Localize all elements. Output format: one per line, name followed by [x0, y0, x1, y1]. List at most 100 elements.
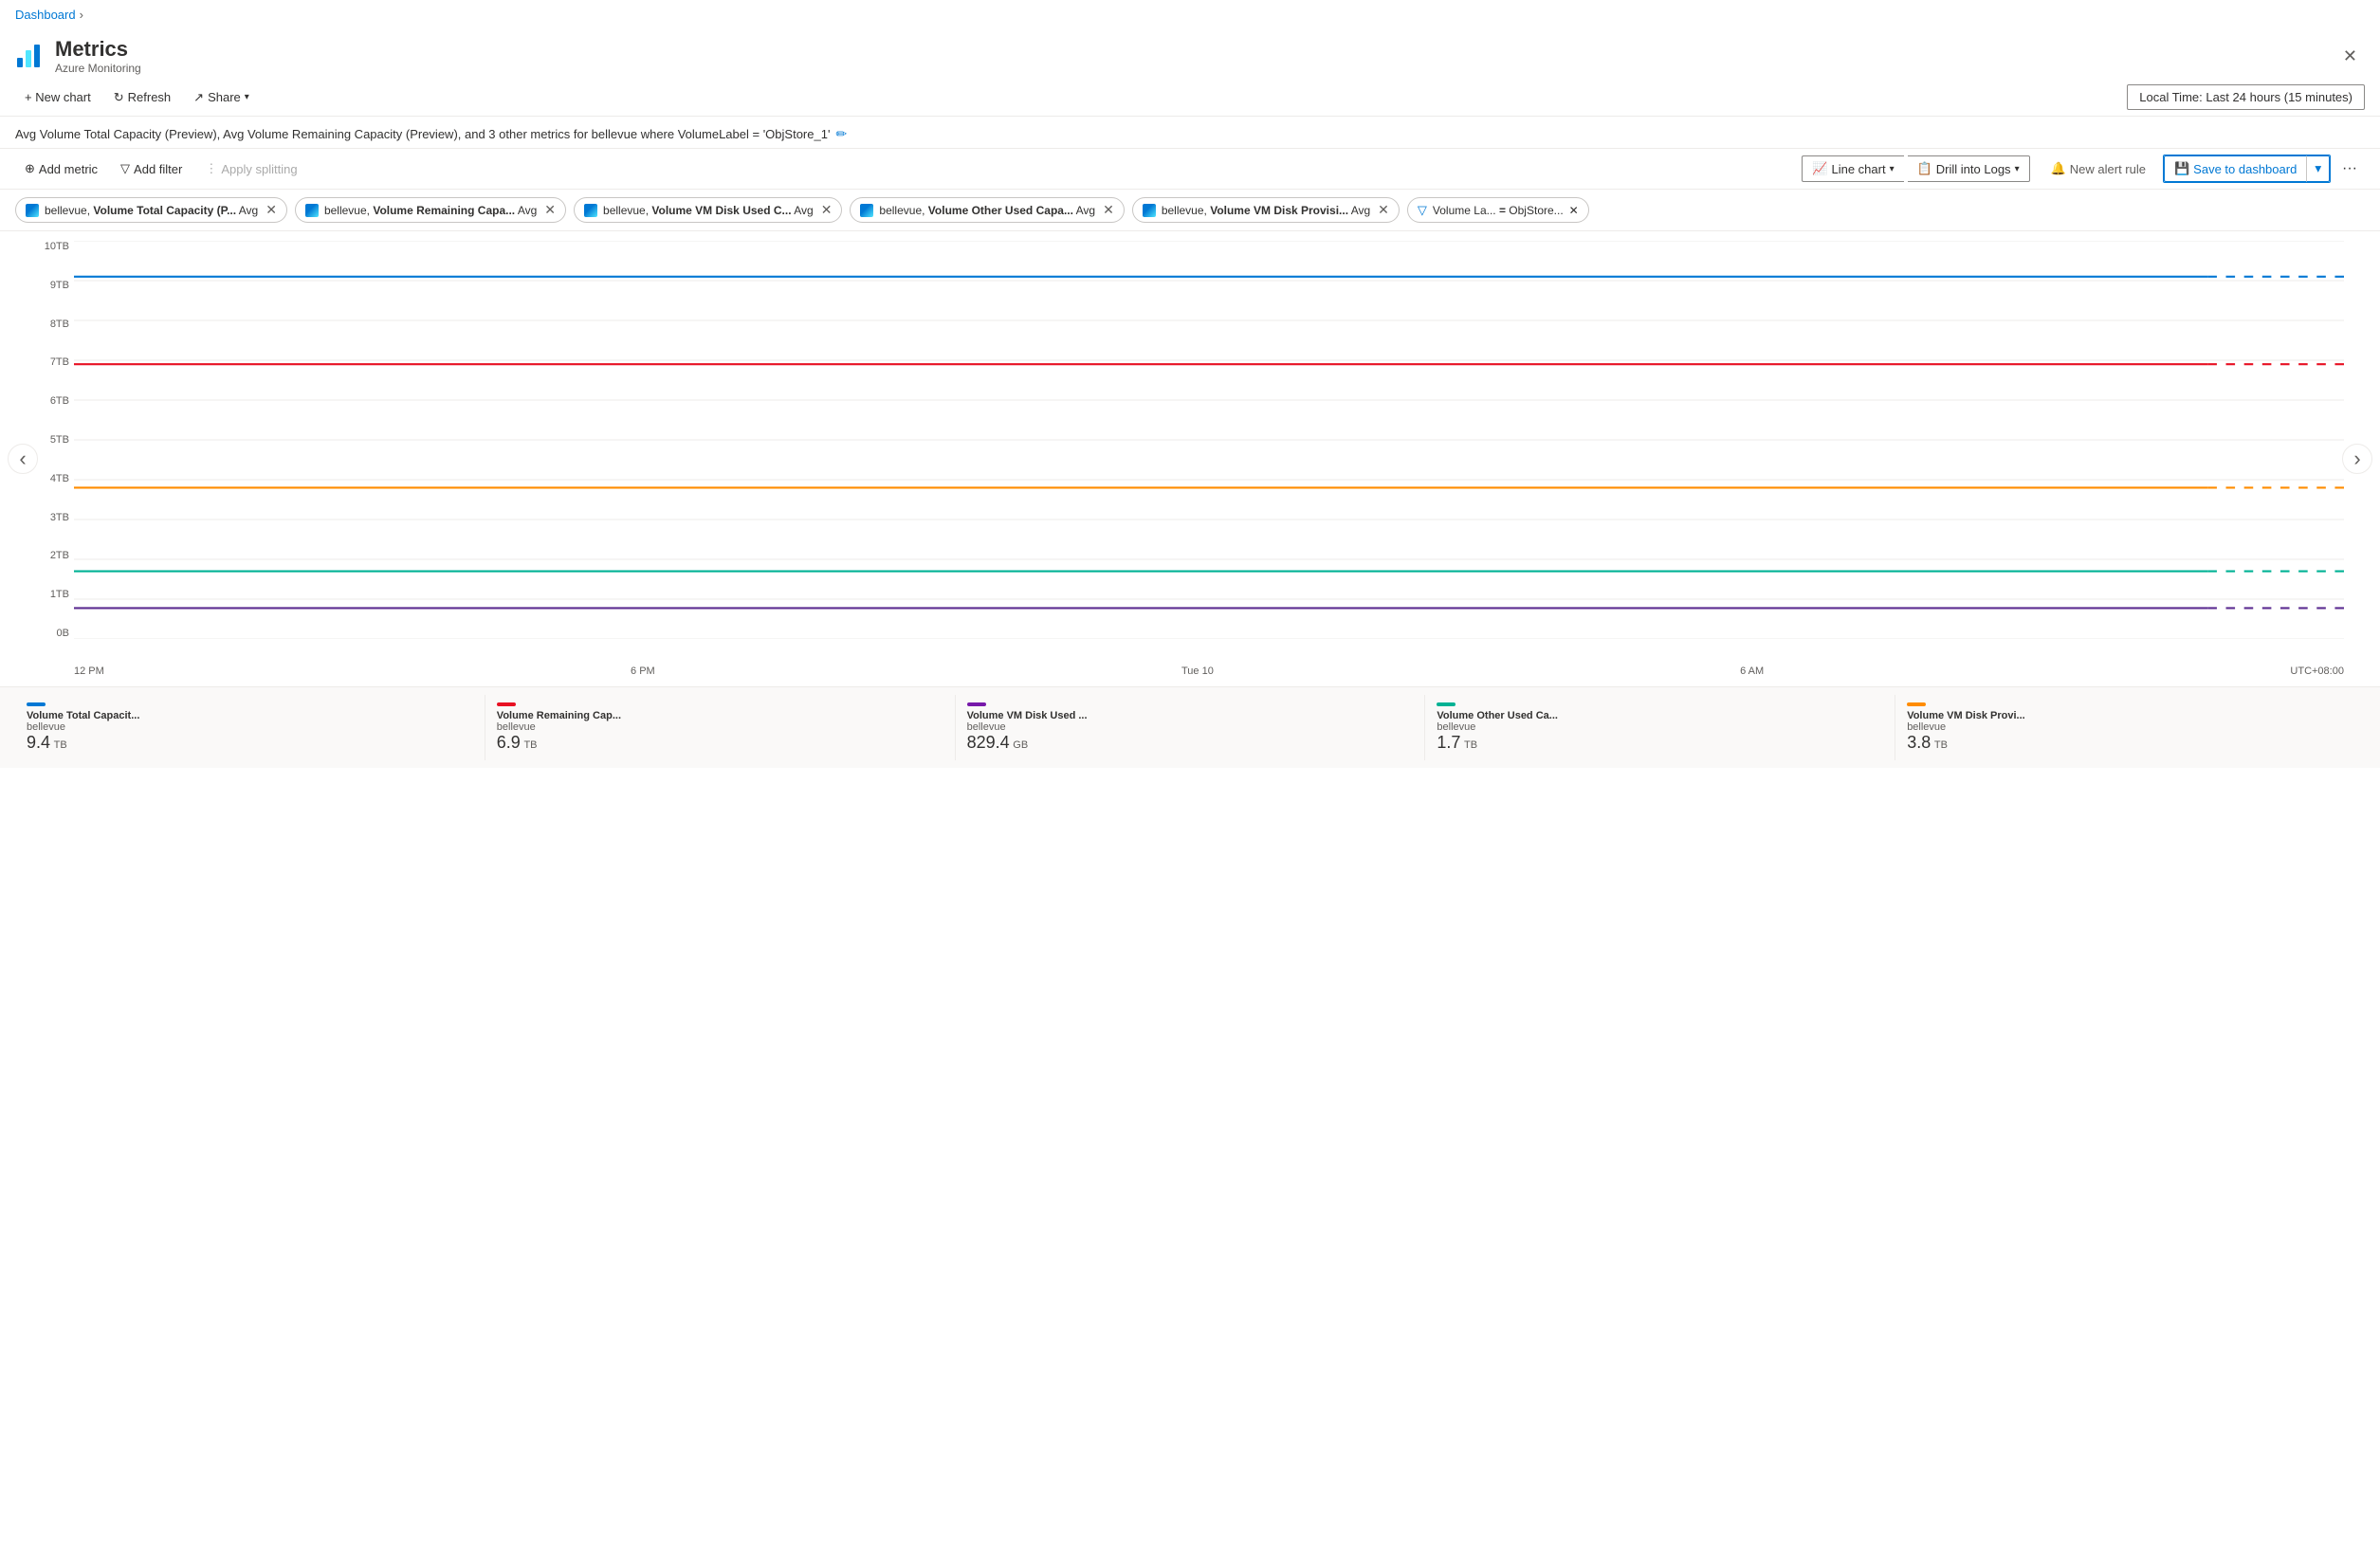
- close-button[interactable]: ✕: [2335, 43, 2365, 70]
- legend-val-num-4: 3.8: [1907, 733, 1931, 752]
- time-range-picker[interactable]: Local Time: Last 24 hours (15 minutes): [2127, 84, 2365, 110]
- refresh-label: Refresh: [128, 90, 172, 104]
- legend-val-num-1: 6.9: [497, 733, 521, 752]
- legend-item-0[interactable]: Volume Total Capacit... bellevue 9.4 TB: [15, 695, 485, 760]
- more-options-button[interactable]: ···: [2334, 155, 2365, 182]
- metric-tag-1[interactable]: bellevue, Volume Remaining Capa... Avg ✕: [295, 197, 566, 223]
- alert-icon: 🔔: [2051, 161, 2066, 176]
- app-icon: [15, 41, 46, 71]
- chart-title-bar: Avg Volume Total Capacity (Preview), Avg…: [0, 117, 2380, 149]
- line-chart-button[interactable]: 📈 Line chart ▾: [1802, 155, 1903, 182]
- add-metric-icon: ⊕: [25, 161, 35, 176]
- chart-toolbar: ⊕ Add metric ▽ Add filter ⋮ Apply splitt…: [0, 149, 2380, 190]
- remove-tag-3[interactable]: ✕: [1103, 202, 1114, 218]
- legend-item-1[interactable]: Volume Remaining Cap... bellevue 6.9 TB: [485, 695, 956, 760]
- add-metric-button[interactable]: ⊕ Add metric: [15, 156, 107, 181]
- chart-nav-right[interactable]: ›: [2342, 444, 2372, 474]
- share-button[interactable]: ↗ Share ▾: [184, 86, 259, 109]
- app-subtitle: Azure Monitoring: [55, 62, 141, 75]
- x-label-3: 6 AM: [1740, 665, 1764, 677]
- legend-item-2[interactable]: Volume VM Disk Used ... bellevue 829.4 G…: [956, 695, 1426, 760]
- breadcrumb-chevron: ›: [80, 8, 83, 22]
- x-label-2: Tue 10: [1181, 665, 1214, 677]
- legend-val-unit-0: TB: [54, 739, 67, 751]
- drill-logs-button[interactable]: 📋 Drill into Logs ▾: [1908, 155, 2030, 182]
- legend-val-num-0: 9.4: [27, 733, 50, 752]
- legend-name-1: Volume Remaining Cap...: [497, 710, 943, 721]
- legend-val-unit-2: GB: [1013, 739, 1028, 751]
- metric-tag-icon-0: [26, 204, 39, 217]
- filter-tag[interactable]: ▽ Volume La... = ObjStore... ✕: [1407, 197, 1589, 223]
- save-dashboard-label: Save to dashboard: [2193, 162, 2297, 176]
- legend-color-3: [1437, 702, 1455, 706]
- legend-val-unit-1: TB: [523, 739, 537, 751]
- app-title-block: Metrics Azure Monitoring: [55, 37, 141, 75]
- y-label-6: 6TB: [27, 395, 69, 407]
- new-alert-button[interactable]: 🔔 New alert rule: [2041, 156, 2155, 181]
- add-filter-button[interactable]: ▽ Add filter: [111, 156, 192, 181]
- metric-tag-0[interactable]: bellevue, Volume Total Capacity (P... Av…: [15, 197, 287, 223]
- legend-value-2: 829.4 GB: [967, 733, 1414, 753]
- line-chart-label: Line chart: [1831, 162, 1885, 176]
- x-axis: 12 PM 6 PM Tue 10 6 AM UTC+08:00: [74, 665, 2344, 677]
- legend-val-unit-3: TB: [1464, 739, 1477, 751]
- legend-val-num-2: 829.4: [967, 733, 1010, 752]
- breadcrumb-label[interactable]: Dashboard: [15, 8, 76, 22]
- refresh-button[interactable]: ↻ Refresh: [104, 86, 180, 109]
- remove-tag-4[interactable]: ✕: [1378, 202, 1389, 218]
- save-dashboard-button[interactable]: 💾 Save to dashboard: [2164, 155, 2306, 182]
- remove-tag-1[interactable]: ✕: [544, 202, 556, 218]
- y-label-3: 3TB: [27, 512, 69, 523]
- chart-nav-left[interactable]: ‹: [8, 444, 38, 474]
- breadcrumb[interactable]: Dashboard ›: [0, 0, 2380, 29]
- legend-value-1: 6.9 TB: [497, 733, 943, 753]
- save-dropdown-button[interactable]: ▾: [2306, 155, 2330, 182]
- metric-tags-row: bellevue, Volume Total Capacity (P... Av…: [0, 190, 2380, 231]
- legend-value-4: 3.8 TB: [1907, 733, 2353, 753]
- legend-name-2: Volume VM Disk Used ...: [967, 710, 1414, 721]
- drill-icon: 📋: [1917, 161, 1932, 176]
- metric-tag-icon-2: [584, 204, 597, 217]
- add-filter-label: Add filter: [134, 162, 182, 176]
- remove-tag-0[interactable]: ✕: [265, 202, 277, 218]
- edit-title-icon[interactable]: ✏: [835, 126, 847, 142]
- apply-splitting-button[interactable]: ⋮ Apply splitting: [195, 156, 306, 181]
- metric-tag-icon-1: [305, 204, 319, 217]
- legend-item-4[interactable]: Volume VM Disk Provi... bellevue 3.8 TB: [1895, 695, 2365, 760]
- legend-name-0: Volume Total Capacit...: [27, 710, 473, 721]
- remove-filter-tag[interactable]: ✕: [1569, 204, 1579, 217]
- y-label-8: 8TB: [27, 319, 69, 330]
- metric-tag-4[interactable]: bellevue, Volume VM Disk Provisi... Avg …: [1132, 197, 1400, 223]
- line-chart-icon: 📈: [1812, 161, 1827, 176]
- legend-item-3[interactable]: Volume Other Used Ca... bellevue 1.7 TB: [1425, 695, 1895, 760]
- metric-tag-3[interactable]: bellevue, Volume Other Used Capa... Avg …: [850, 197, 1124, 223]
- legend-name-3: Volume Other Used Ca...: [1437, 710, 1883, 721]
- share-icon: ↗: [193, 90, 204, 105]
- apply-splitting-label: Apply splitting: [221, 162, 297, 176]
- header-left: Metrics Azure Monitoring: [15, 37, 141, 75]
- legend-sub-3: bellevue: [1437, 721, 1883, 733]
- chart-inner: 0B 1TB 2TB 3TB 4TB 5TB 6TB 7TB 8TB 9TB 1…: [27, 231, 2353, 686]
- new-chart-button[interactable]: + New chart: [15, 86, 101, 108]
- chart-legend: Volume Total Capacit... bellevue 9.4 TB …: [0, 686, 2380, 768]
- y-label-9: 9TB: [27, 280, 69, 291]
- share-chevron-icon: ▾: [245, 92, 249, 102]
- remove-tag-2[interactable]: ✕: [821, 202, 833, 218]
- save-icon: 💾: [2174, 161, 2189, 176]
- legend-value-3: 1.7 TB: [1437, 733, 1883, 753]
- legend-color-4: [1907, 702, 1926, 706]
- legend-color-2: [967, 702, 986, 706]
- legend-sub-2: bellevue: [967, 721, 1414, 733]
- filter-icon: ▽: [120, 161, 130, 176]
- legend-color-1: [497, 702, 516, 706]
- y-label-1: 1TB: [27, 589, 69, 600]
- drill-logs-label: Drill into Logs: [1936, 162, 2011, 176]
- legend-name-4: Volume VM Disk Provi...: [1907, 710, 2353, 721]
- x-label-0: 12 PM: [74, 665, 104, 677]
- y-label-5: 5TB: [27, 434, 69, 446]
- y-label-2: 2TB: [27, 550, 69, 561]
- new-alert-label: New alert rule: [2070, 162, 2146, 176]
- metric-tag-2[interactable]: bellevue, Volume VM Disk Used C... Avg ✕: [574, 197, 842, 223]
- splitting-icon: ⋮: [205, 161, 217, 176]
- legend-sub-0: bellevue: [27, 721, 473, 733]
